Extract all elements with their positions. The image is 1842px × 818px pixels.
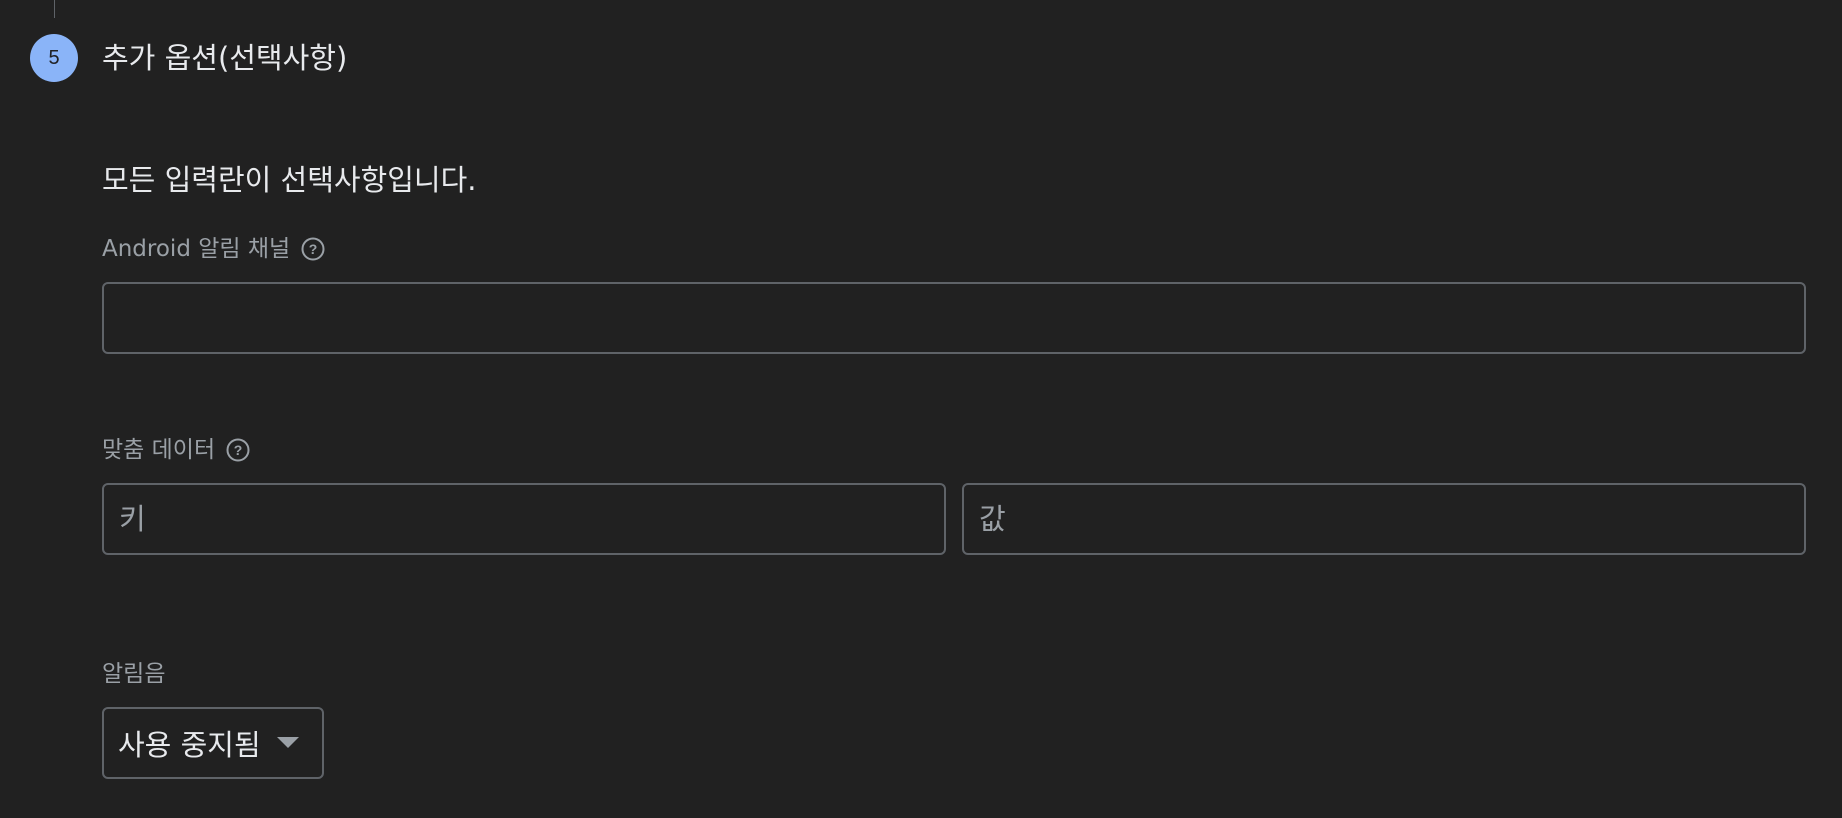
custom-data-value-input[interactable] (962, 483, 1806, 555)
sound-label: 알림음 (102, 661, 166, 687)
step-connector-line (54, 0, 55, 18)
svg-text:?: ? (234, 442, 243, 458)
sound-selected-value: 사용 중지됨 (118, 728, 261, 762)
step-number: 5 (48, 46, 60, 69)
android-channel-input[interactable] (102, 282, 1806, 354)
android-channel-label-row: Android 알림 채널 ? (102, 233, 325, 265)
custom-data-label: 맞춤 데이터 (102, 437, 216, 463)
custom-data-label-row: 맞춤 데이터 ? (102, 434, 250, 466)
help-circle-icon[interactable]: ? (301, 237, 325, 261)
step-number-badge: 5 (30, 34, 78, 82)
intro-text: 모든 입력란이 선택사항입니다. (102, 163, 477, 197)
svg-text:?: ? (309, 241, 318, 257)
help-circle-icon[interactable]: ? (226, 438, 250, 462)
android-channel-label: Android 알림 채널 (102, 236, 291, 262)
sound-select[interactable]: 사용 중지됨 (102, 707, 324, 779)
dropdown-arrow-icon (276, 737, 299, 749)
step-title: 추가 옵션(선택사항) (102, 41, 348, 75)
custom-data-key-input[interactable] (102, 483, 946, 555)
